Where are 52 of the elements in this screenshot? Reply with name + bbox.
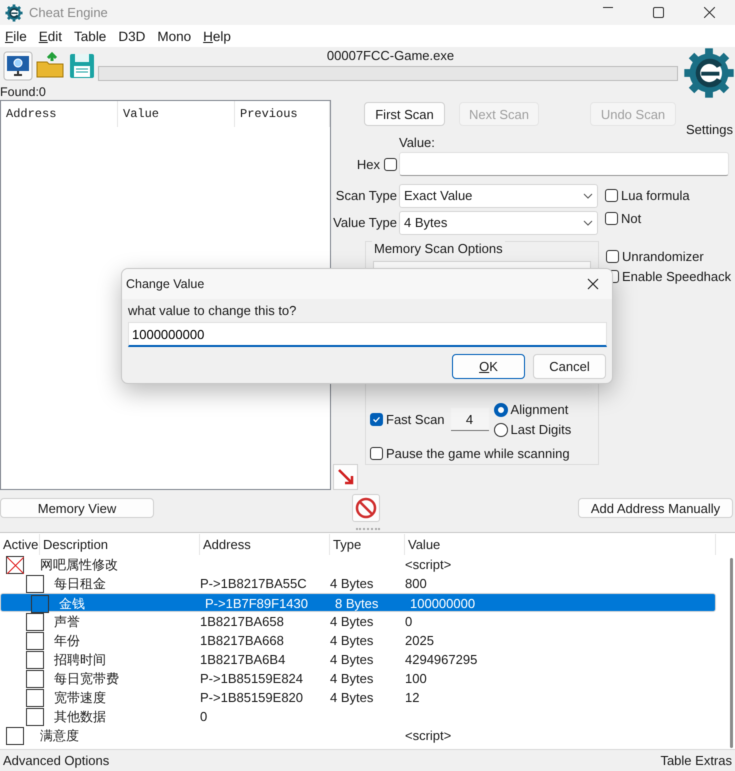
value-cell: 4294967295 [405,652,478,667]
value-cell: 100000000 [410,596,476,611]
type-cell: 4 Bytes [330,633,374,648]
description-cell: 每日宽带费 [54,670,119,688]
scan-type-label: Scan Type [334,188,398,203]
option-label: Fast Scan [386,412,445,427]
description-cell: 网吧属性修改 [40,556,118,574]
type-cell: 4 Bytes [330,576,374,591]
description-cell: 年份 [54,632,80,650]
type-cell: 4 Bytes [330,671,374,686]
hex-label: Hex [356,156,381,172]
address-cell: P->1B85159E824 [200,671,304,686]
window-title: Cheat Engine [29,5,108,20]
prompt-text: what value to change this to? [128,303,298,318]
description-cell: 金钱 [59,594,85,612]
radio-label: Last Digits [510,422,572,437]
value-cell: 12 [405,690,420,705]
option-label: Not [621,211,642,226]
type-cell: 4 Bytes [330,614,374,629]
option-label: Lua formula [621,188,690,203]
address-cell: 1B8217BA658 [200,614,284,629]
value-cell: <script> [405,728,452,743]
option-label: Unrandomizer [622,249,704,264]
description-cell: 满意度 [40,726,79,744]
dialog-title: Change Value [126,277,204,291]
value-cell: 2025 [405,633,434,648]
value-type-label: Value Type [333,215,398,230]
address-cell: 0 [200,709,208,724]
address-cell: P->1B85159E820 [200,690,304,705]
value-cell: 0 [405,614,412,629]
description-cell: 招聘时间 [54,650,106,668]
type-cell: 4 Bytes [330,652,374,667]
description-cell: 每日租金 [54,574,106,592]
option-label: Enable Speedhack [622,269,732,284]
address-cell: P->1B8217BA55C [200,576,307,591]
address-cell: 1B8217BA6B4 [200,652,286,667]
description-cell: 其他数据 [54,708,106,726]
process-name: 00007FCC-Game.exe [326,48,454,63]
address-cell: P->1B7F89F1430 [205,596,308,611]
radio-label: Alignment [510,402,568,417]
address-cell: 1B8217BA668 [200,633,284,648]
value-cell: 800 [405,576,427,591]
value-cell: 100 [405,671,427,686]
value-cell: <script> [405,557,452,572]
found-count: Found:0 [0,84,47,100]
option-label: Pause the game while scanning [386,446,570,461]
group-title: Memory Scan Options [372,241,505,256]
description-cell: 宽带速度 [54,688,106,706]
type-cell: 4 Bytes [330,690,374,705]
value-label: Value: [399,135,435,150]
description-cell: 声誉 [54,612,80,630]
type-cell: 8 Bytes [335,596,378,611]
